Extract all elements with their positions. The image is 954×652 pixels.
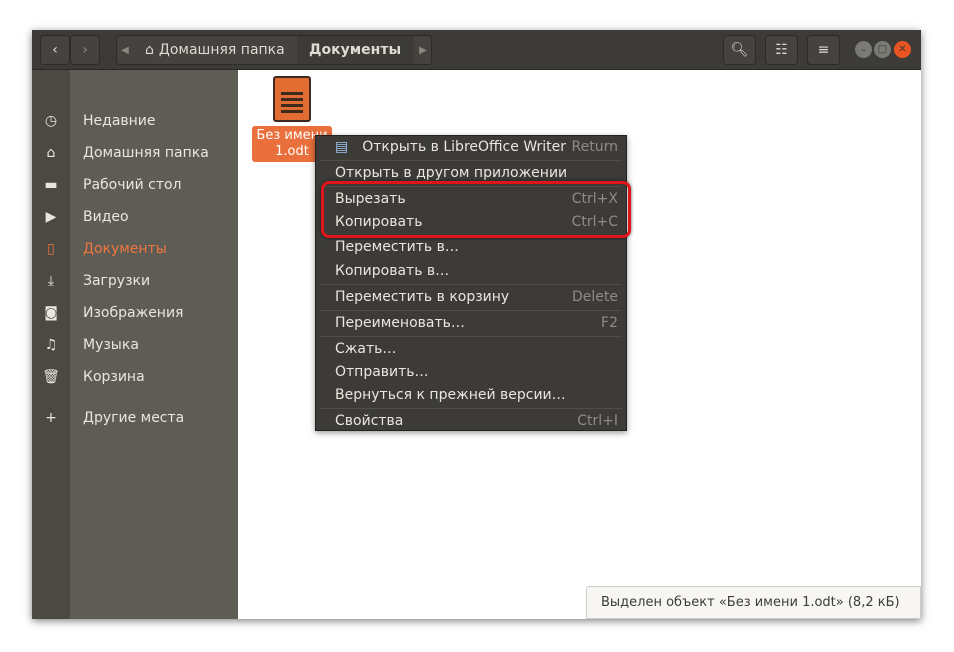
- forward-button[interactable]: ›: [70, 35, 100, 65]
- breadcrumb: ◀ ⌂ Домашняя папка Документы ▶: [116, 35, 432, 65]
- menu-separator: [320, 284, 622, 285]
- sidebar-item[interactable]: ▶ Видео: [32, 203, 238, 231]
- music-icon: ♫: [44, 337, 58, 353]
- menu-item-label: Переместить в корзину: [335, 289, 510, 305]
- sidebar-item-label: Недавние: [83, 113, 156, 129]
- breadcrumb-home[interactable]: ⌂ Домашняя папка: [137, 36, 297, 64]
- menu-item[interactable]: Переименовать… F2: [316, 312, 626, 334]
- sidebar-item[interactable]: ◙ Изображения: [32, 299, 238, 327]
- sidebar-item[interactable]: ⤓ Загрузки: [32, 267, 238, 295]
- folder-icon: ▬: [44, 177, 58, 193]
- menu-item[interactable]: Отправить…: [316, 361, 626, 383]
- menu-item-label: Переместить в…: [335, 239, 459, 255]
- close-button[interactable]: ✕: [894, 41, 911, 58]
- menu-item[interactable]: Переместить в…: [316, 236, 626, 258]
- menu-item-label: Сжать…: [335, 341, 397, 357]
- menu-item[interactable]: Вернуться к прежней версии…: [316, 384, 626, 406]
- menu-item[interactable]: Сжать…: [316, 338, 626, 360]
- sidebar-item-label: Документы: [83, 241, 167, 257]
- menu-item[interactable]: ▤ Открыть в LibreOffice Writer Return: [316, 136, 626, 158]
- menu-item-label: Вернуться к прежней версии…: [335, 387, 566, 403]
- sidebar: ◷ Недавние ⌂ Домашняя папка ▬ Рабочий стол ▶ Ви…: [32, 70, 238, 619]
- camera-icon: ◙: [44, 305, 58, 321]
- menu-item-shortcut: Ctrl+I: [577, 413, 618, 429]
- menu-item-shortcut: F2: [601, 315, 618, 331]
- menu-item[interactable]: Свойства Ctrl+I: [316, 410, 626, 432]
- breadcrumb-current[interactable]: Документы: [297, 36, 414, 64]
- menu-item-shortcut: Delete: [572, 289, 618, 305]
- menu-item-label: Отправить…: [335, 364, 429, 380]
- search-icon: 🔍︎: [730, 42, 749, 58]
- sidebar-item[interactable]: ◷ Недавние: [32, 107, 238, 135]
- menu-item-label: Переименовать…: [335, 315, 465, 331]
- download-icon: ⤓: [47, 273, 55, 289]
- menu-separator: [320, 160, 622, 161]
- home-icon: ⌂: [145, 42, 154, 58]
- menu-item[interactable]: Копировать в…: [316, 260, 626, 282]
- home-icon: ⌂: [46, 145, 56, 161]
- menu-separator: [320, 310, 622, 311]
- list-view-icon: ☷: [775, 42, 788, 58]
- sidebar-item-label: Домашняя папка: [83, 145, 209, 161]
- sidebar-item[interactable]: ⌂ Домашняя папка: [32, 139, 238, 167]
- hamburger-icon: ≡: [817, 42, 830, 58]
- trash-icon: 🗑︎: [42, 369, 60, 385]
- context-menu: ▤ Открыть в LibreOffice Writer Return Откры…: [315, 135, 627, 431]
- menu-item-label: Открыть в другом приложении: [335, 165, 568, 181]
- menu-separator: [320, 336, 622, 337]
- sidebar-item-label: Музыка: [83, 337, 139, 353]
- menu-item-shortcut: Return: [571, 139, 618, 155]
- sidebar-item[interactable]: 🗑︎ Корзина: [32, 363, 238, 391]
- writer-document-icon: ▤: [335, 139, 349, 155]
- minimize-button[interactable]: –: [855, 41, 872, 58]
- menu-item-label: Свойства: [335, 413, 404, 429]
- odt-document-icon: [273, 76, 311, 122]
- view-toggle-button[interactable]: ☷: [765, 35, 798, 65]
- sidebar-item[interactable]: ♫ Музыка: [32, 331, 238, 359]
- back-button[interactable]: ‹: [40, 35, 70, 65]
- sidebar-item[interactable]: ▬ Рабочий стол: [32, 171, 238, 199]
- menu-separator: [320, 408, 622, 409]
- status-bar: Выделен объект «Без имени 1.odt» (8,2 кБ…: [586, 586, 921, 619]
- menu-item[interactable]: Переместить в корзину Delete: [316, 286, 626, 308]
- sidebar-item-label: Другие места: [83, 410, 185, 426]
- video-icon: ▶: [45, 209, 57, 225]
- maximize-button[interactable]: □: [874, 41, 891, 58]
- menu-item-label: Копировать в…: [335, 263, 450, 279]
- sidebar-item-label: Загрузки: [83, 273, 151, 289]
- highlight-box: [321, 181, 631, 238]
- header-bar: ‹ › ◀ ⌂ Домашняя папка Документы ▶ 🔍︎ ☷ ≡…: [32, 30, 921, 70]
- menu-item-label: Открыть в LibreOffice Writer: [362, 139, 567, 155]
- sidebar-item-label: Видео: [83, 209, 129, 225]
- search-button[interactable]: 🔍︎: [723, 35, 756, 65]
- sidebar-item[interactable]: + Другие места: [32, 404, 238, 432]
- sidebar-item-label: Рабочий стол: [83, 177, 182, 193]
- sidebar-item-label: Изображения: [83, 305, 184, 321]
- breadcrumb-right-arrow[interactable]: ▶: [415, 36, 431, 64]
- breadcrumb-left-arrow[interactable]: ◀: [117, 36, 133, 64]
- sidebar-item-label: Корзина: [83, 369, 145, 385]
- menu-button[interactable]: ≡: [807, 35, 840, 65]
- clock-icon: ◷: [44, 113, 58, 129]
- sidebar-item[interactable]: ▯ Документы: [32, 235, 238, 263]
- document-icon: ▯: [47, 241, 55, 257]
- plus-icon: +: [45, 410, 57, 426]
